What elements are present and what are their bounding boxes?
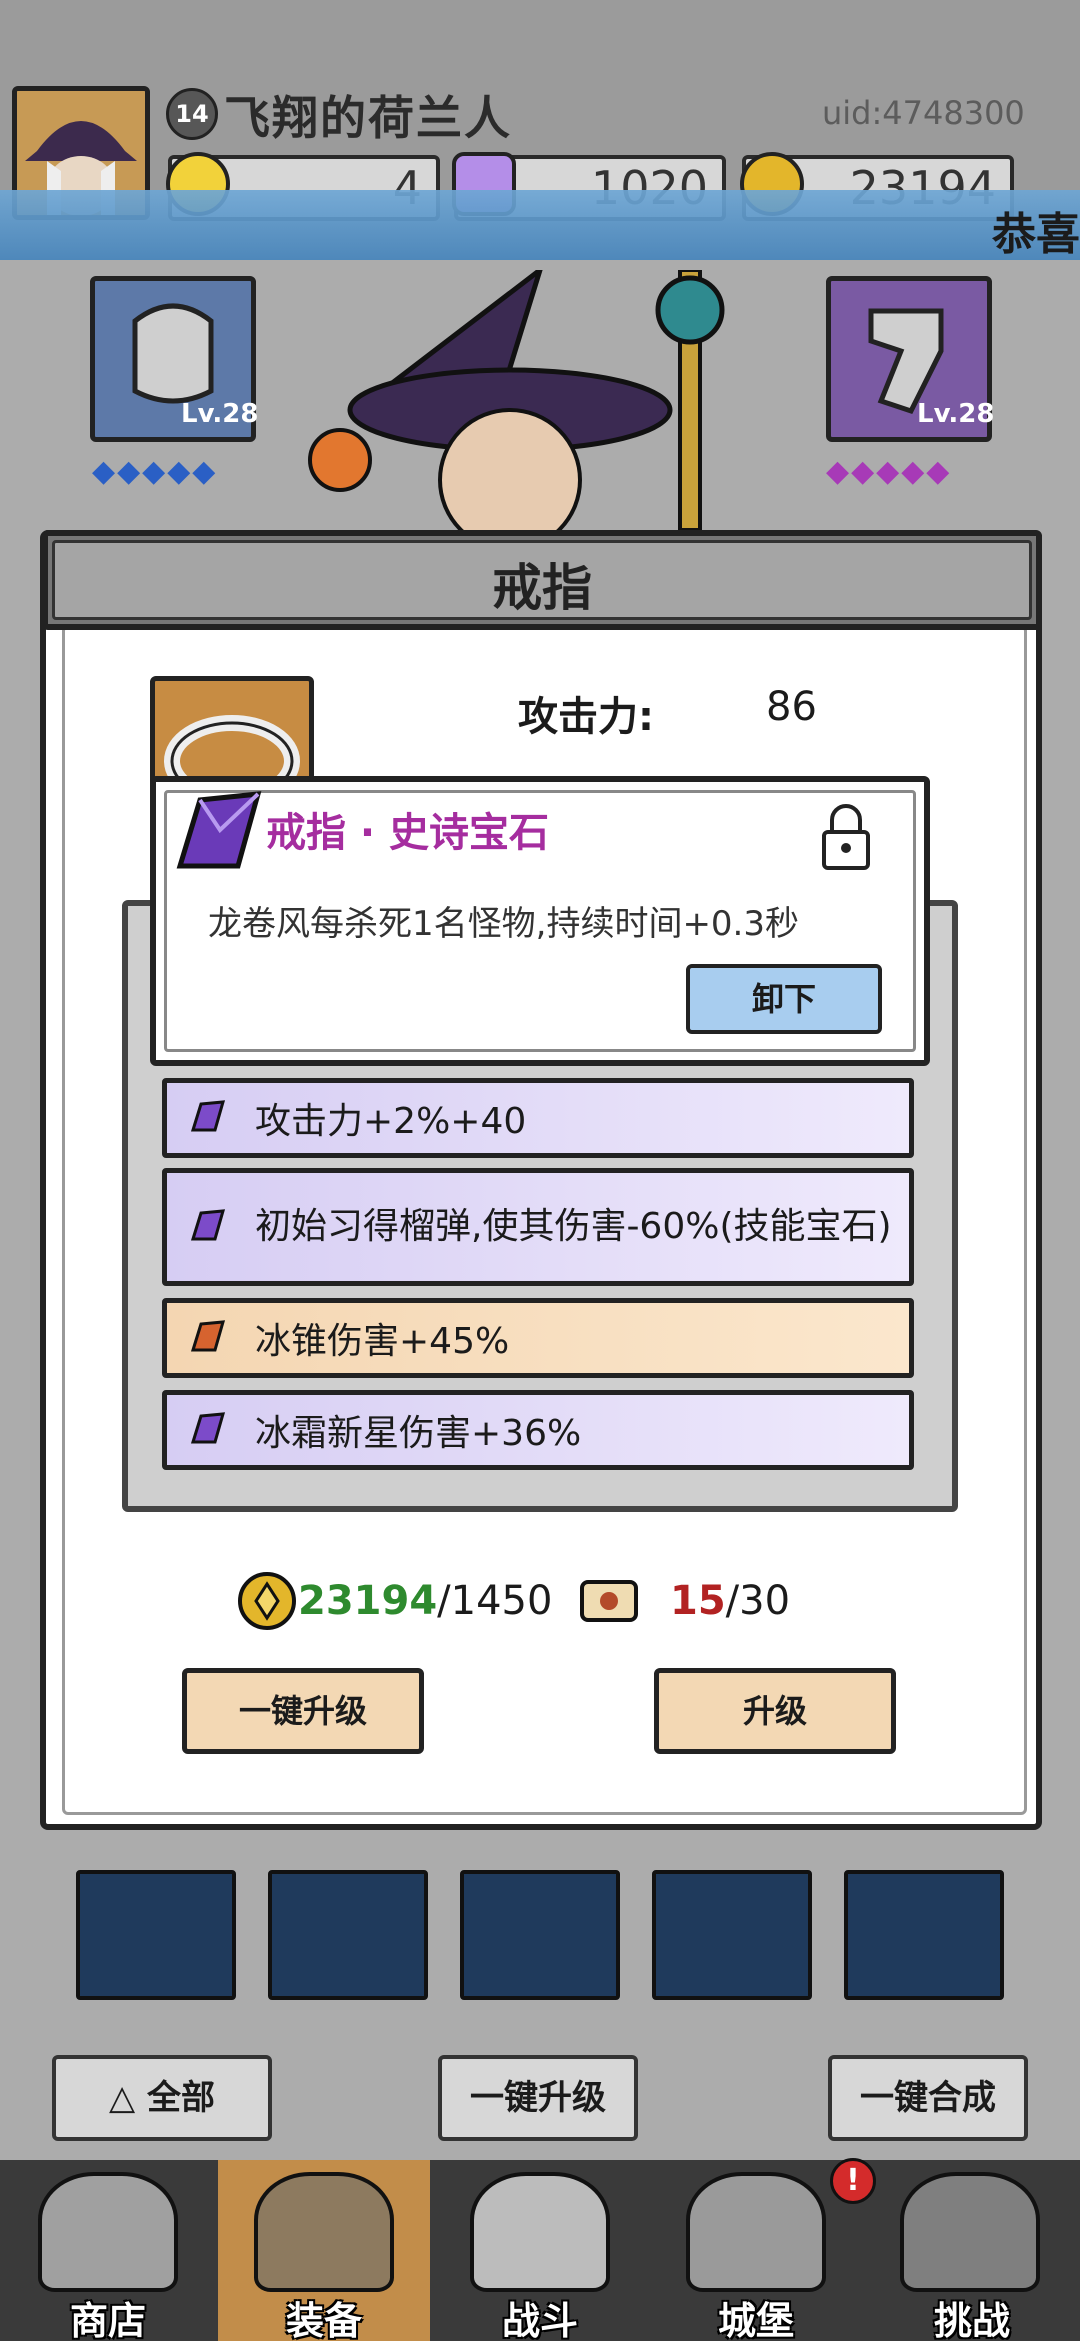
crossed-swords-icon [470,2172,610,2292]
gold-coin-icon [238,1572,296,1630]
equip-slot-helmet-stars: ◆◆◆◆◆ [92,454,218,489]
purple-gem-icon [190,1209,226,1241]
footer-quick-upgrade-button[interactable]: 一键升级 [438,2055,638,2141]
inventory-gem-slot[interactable] [460,1870,620,2000]
player-name: 飞翔的荷兰人 [224,91,512,145]
notice-banner-text: 恭喜 [992,209,1080,260]
quick-upgrade-button[interactable]: 一键升级 [182,1668,424,1754]
attack-label: 攻击力: [518,694,654,740]
nav-battle[interactable]: 战斗 [434,2290,646,2341]
gold-have: 23194 [298,1578,438,1624]
gem-popup-title: 戒指 · 史诗宝石 [266,810,550,856]
purple-gem-icon [190,1100,226,1132]
equip-slot-legs-level: Lv.28 [917,399,995,429]
filter-all-label: 全部 [146,2078,215,2118]
gem-row-text: 攻击力+2%+40 [255,1101,527,1142]
player-uid: uid:4748300 [822,94,1025,132]
gem-row[interactable]: 冰锥伤害+45% [162,1298,914,1378]
gem-row[interactable]: 冰霜新星伤害+36% [162,1390,914,1470]
nav-equipment[interactable]: 装备 [218,2290,430,2341]
scroll-have: 15 [670,1578,726,1624]
triangle-filter-icon: △ [109,2078,147,2118]
gold-cost: 23194/1450 [236,1570,552,1632]
inventory-gem-slot[interactable] [76,1870,236,2000]
nav-shop[interactable]: 商店 [2,2290,214,2341]
unload-gem-button[interactable]: 卸下 [686,964,882,1034]
gem-row[interactable]: 初始习得榴弹,使其伤害-60%(技能宝石) [162,1168,914,1286]
inventory-gem-slot[interactable] [268,1870,428,2000]
equip-slot-legs-stars: ◆◆◆◆◆ [826,454,952,489]
orange-gem-icon [190,1320,226,1352]
ring-dialog-title: 戒指 [492,559,592,617]
filter-all-button[interactable]: △ 全部 [52,2055,272,2141]
witch-character-icon [308,270,725,530]
scroll-cost: 15/30 [574,1570,790,1632]
shield-icon [900,2172,1040,2292]
gold-need: /1450 [437,1578,553,1624]
scroll-icon [580,1580,638,1622]
gem-row-text: 冰锥伤害+45% [255,1321,510,1362]
equip-slot-legs[interactable]: Lv.28 [826,276,995,442]
castle-notification-badge: ! [830,2158,876,2204]
gem-row-text: 冰霜新星伤害+36% [255,1413,582,1454]
castle-icon [686,2172,826,2292]
game-screen: 14 飞翔的荷兰人 uid:4748300 4 1020 23194 恭喜 Lv… [0,0,1080,2341]
gem-row-text: 初始习得榴弹,使其伤害-60%(技能宝石) [255,1206,892,1247]
epic-gem-icon [176,791,262,869]
gem-row[interactable]: 攻击力+2%+40 [162,1078,914,1158]
purple-gem-icon [190,1412,226,1444]
equip-slot-helmet[interactable]: Lv.28 [90,276,259,442]
scroll-need: /30 [725,1578,791,1624]
upgrade-button[interactable]: 升级 [654,1668,896,1754]
equip-slot-helmet-level: Lv.28 [181,399,259,429]
backpack-icon [254,2172,394,2292]
footer-quick-merge-button[interactable]: 一键合成 [828,2055,1028,2141]
shop-icon [38,2172,178,2292]
nav-castle[interactable]: 城堡 [650,2290,862,2341]
gem-popup-description: 龙卷风每杀死1名怪物,持续时间+0.3秒 [208,904,799,944]
attack-value: 86 [766,684,817,730]
inventory-gem-slot[interactable] [652,1870,812,2000]
player-level-badge: 14 [166,88,218,140]
inventory-gem-slot[interactable] [844,1870,1004,2000]
lock-icon[interactable] [818,802,874,874]
nav-challenge[interactable]: 挑战 [866,2290,1078,2341]
